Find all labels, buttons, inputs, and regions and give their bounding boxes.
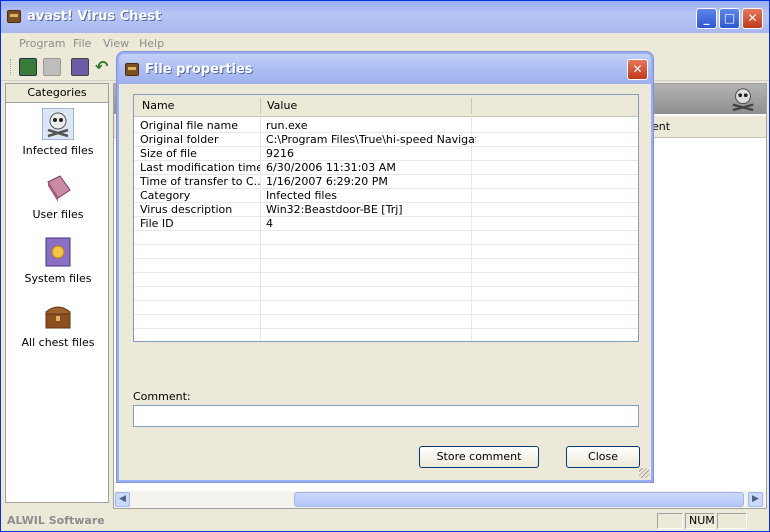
category-label: All chest files (21, 336, 95, 349)
table-row[interactable]: Original file name run.exe (134, 119, 638, 133)
chest-app-icon (7, 10, 21, 23)
user-files-icon (47, 175, 71, 202)
skull-icon (732, 88, 754, 112)
table-row (134, 329, 638, 341)
column-separator[interactable] (260, 98, 261, 114)
status-panel (657, 513, 683, 529)
category-system-files[interactable]: System files (6, 236, 110, 285)
category-infected-files[interactable]: Infected files (6, 108, 110, 157)
property-name: Last modification time (140, 161, 260, 174)
property-value: 6/30/2006 11:31:03 AM (266, 161, 396, 174)
chest-icon (45, 306, 71, 329)
close-button[interactable]: ✕ (742, 8, 763, 29)
property-name: Virus description (140, 203, 233, 216)
file-properties-dialog: File properties ✕ Name Value Original fi… (117, 52, 653, 482)
menu-view[interactable]: View (103, 37, 129, 50)
property-value: 1/16/2007 6:29:20 PM (266, 175, 388, 188)
num-lock-indicator: NUM (685, 513, 715, 529)
maximize-button[interactable]: □ (719, 8, 740, 29)
table-row (134, 301, 638, 315)
menu-file[interactable]: File (73, 37, 91, 50)
table-row[interactable]: Category Infected files (134, 189, 638, 203)
column-header-name[interactable]: Name (142, 99, 174, 112)
status-bar: ALWIL Software NUM (1, 511, 769, 531)
scan-icon[interactable] (71, 58, 89, 76)
table-row (134, 315, 638, 329)
properties-table: Name Value Original file name run.exe Orig… (133, 94, 639, 342)
property-name: Original file name (140, 119, 238, 132)
property-value: Win32:Beastdoor-BE [Trj] (266, 203, 403, 216)
category-label: User files (32, 208, 84, 221)
undo-icon[interactable]: ↶ (95, 57, 113, 76)
property-value: Infected files (266, 189, 337, 202)
dialog-title-bar: File properties ✕ (119, 54, 651, 84)
table-row[interactable]: Original folder C:\Program Files\True\hi-… (134, 133, 638, 147)
property-value: C:\Program Files\True\hi-speed Navigator (266, 133, 476, 146)
table-row[interactable]: Last modification time 6/30/2006 11:31:03… (134, 161, 638, 175)
property-name: Category (140, 189, 191, 202)
scroll-right-arrow-icon[interactable]: ▶ (748, 492, 763, 507)
chest-app-icon (125, 63, 139, 76)
extract-icon[interactable] (43, 58, 61, 76)
restore-icon[interactable] (19, 58, 37, 76)
categories-panel: Categories Infected files User files Sys… (5, 83, 109, 503)
column-header-value[interactable]: Value (267, 99, 297, 112)
toolbar-grip (10, 59, 13, 75)
skull-icon (42, 108, 74, 140)
scroll-left-arrow-icon[interactable]: ◀ (115, 492, 130, 507)
property-name: Time of transfer to C... (140, 175, 260, 188)
table-header: Name Value (134, 95, 638, 117)
table-row (134, 245, 638, 259)
store-comment-button[interactable]: Store comment (419, 446, 539, 468)
column-header-partial[interactable]: ent (652, 120, 670, 133)
system-files-icon (45, 237, 71, 267)
table-row[interactable]: Virus description Win32:Beastdoor-BE [Trj… (134, 203, 638, 217)
minimize-button[interactable]: _ (696, 8, 717, 29)
category-label: Infected files (22, 144, 94, 157)
comment-label: Comment: (133, 390, 191, 403)
property-value: 9216 (266, 147, 294, 160)
table-row (134, 259, 638, 273)
property-value: 4 (266, 217, 273, 230)
scroll-thumb[interactable] (294, 492, 744, 507)
menu-bar: Program File View Help (1, 33, 769, 53)
table-row (134, 287, 638, 301)
resize-grip[interactable] (639, 468, 649, 478)
property-name: Size of file (140, 147, 197, 160)
title-bar: avast! Virus Chest _ □ ✕ (1, 1, 769, 33)
table-row[interactable]: File ID 4 (134, 217, 638, 231)
property-name: File ID (140, 217, 174, 230)
property-name: Original folder (140, 133, 219, 146)
dialog-close-icon[interactable]: ✕ (627, 59, 648, 80)
table-row[interactable]: Size of file 9216 (134, 147, 638, 161)
comment-input[interactable] (133, 405, 639, 427)
table-row (134, 231, 638, 245)
close-dialog-button[interactable]: Close (566, 446, 640, 468)
window-title: avast! Virus Chest (27, 9, 162, 24)
horizontal-scrollbar[interactable]: ◀ ▶ (114, 491, 766, 508)
dialog-title: File properties (145, 62, 253, 77)
property-value: run.exe (266, 119, 308, 132)
menu-program[interactable]: Program (19, 37, 65, 50)
menu-help[interactable]: Help (139, 37, 164, 50)
table-row[interactable]: Time of transfer to C... 1/16/2007 6:29:2… (134, 175, 638, 189)
status-panel (717, 513, 747, 529)
table-row (134, 273, 638, 287)
categories-header: Categories (6, 84, 108, 103)
category-label: System files (24, 272, 92, 285)
column-separator[interactable] (471, 98, 472, 114)
status-text: ALWIL Software (7, 514, 105, 527)
category-user-files[interactable]: User files (6, 172, 110, 221)
category-all-chest-files[interactable]: All chest files (6, 300, 110, 349)
